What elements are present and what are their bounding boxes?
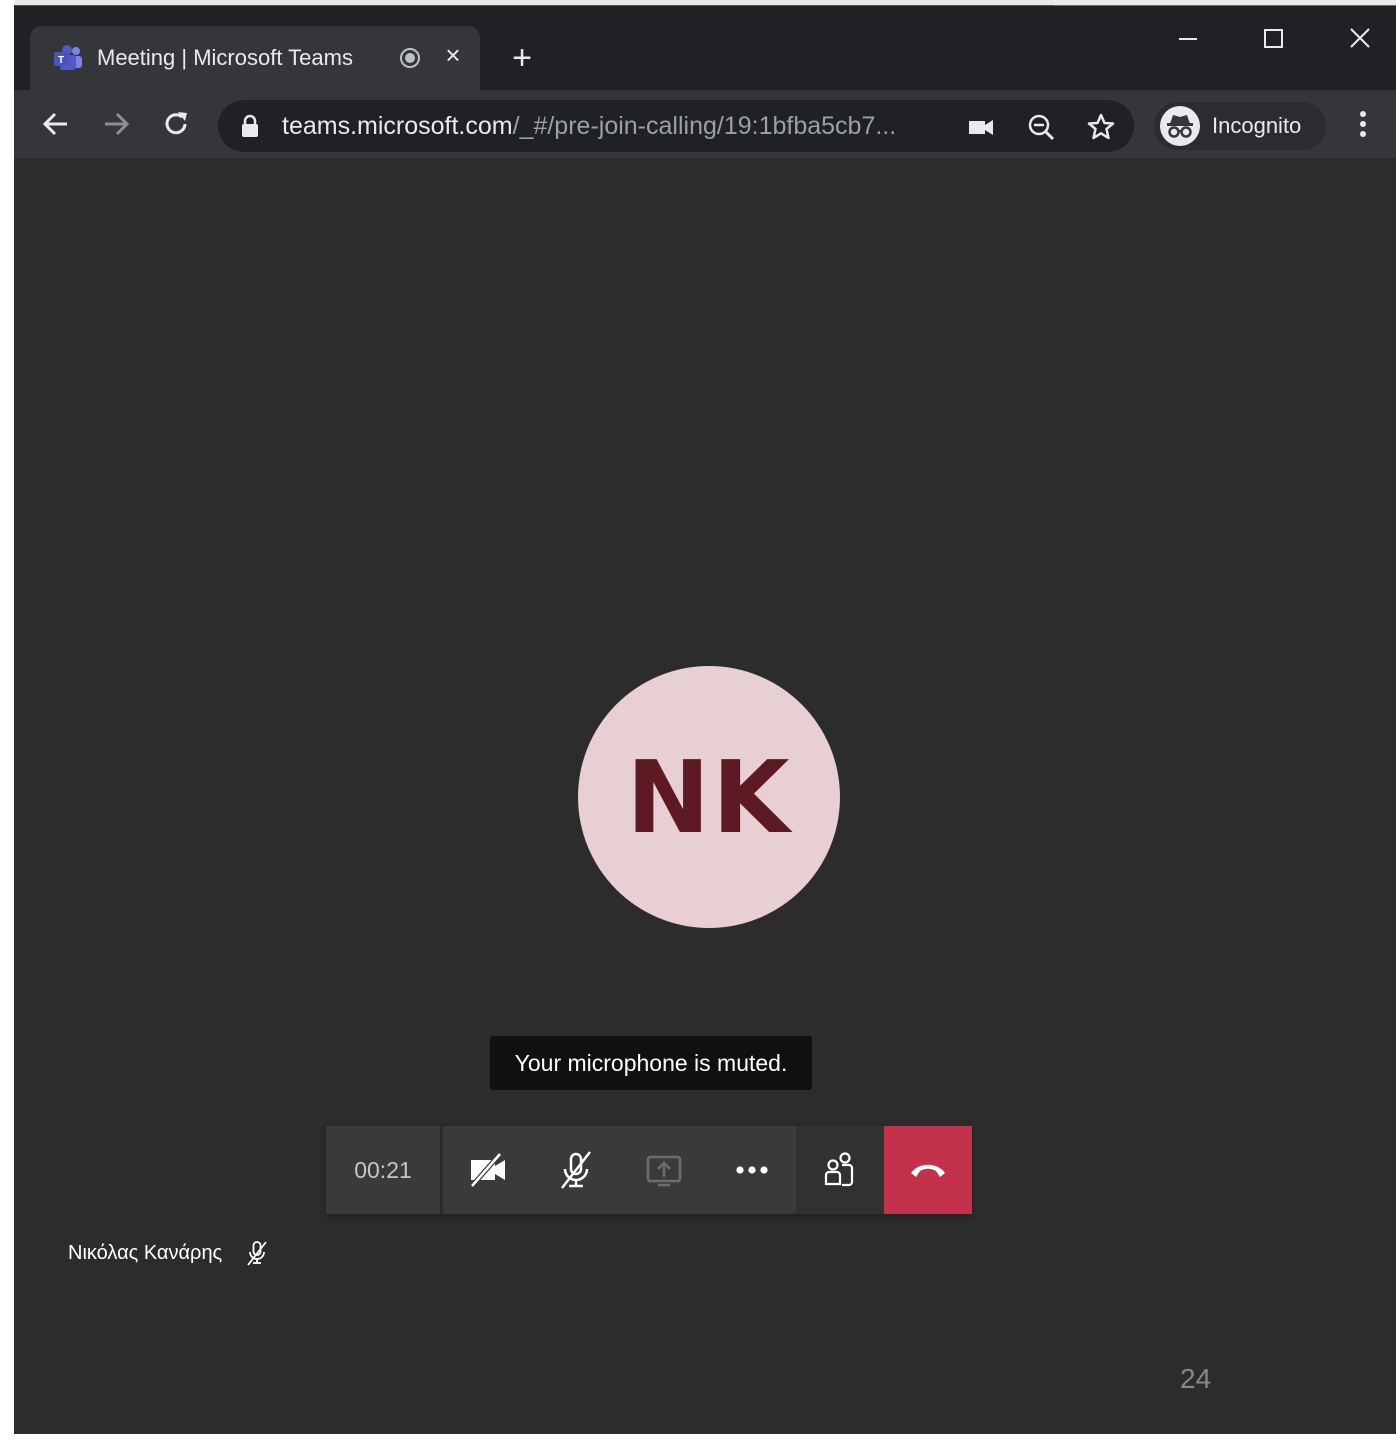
phone-hangup-icon — [911, 1164, 945, 1177]
browser-window: T Meeting | Microsoft Teams × + teams.mi… — [14, 6, 1396, 1434]
svg-text:T: T — [58, 55, 64, 66]
close-icon — [1350, 28, 1370, 48]
avatar-initials: NK — [626, 738, 792, 856]
call-timer: 00:21 — [354, 1157, 412, 1183]
url-text: teams.microsoft.com/_#/pre-join-calling/… — [282, 112, 896, 140]
url-path: /_#/pre-join-calling/19:1bfba5cb7... — [512, 112, 897, 140]
new-tab-button[interactable]: + — [504, 40, 540, 76]
maximize-icon — [1264, 29, 1283, 48]
participant-avatar: NK — [578, 666, 840, 928]
reload-button[interactable] — [154, 102, 198, 146]
close-window-button[interactable] — [1334, 20, 1386, 60]
more-actions-button[interactable] — [708, 1126, 796, 1214]
minimize-icon — [1179, 38, 1197, 40]
url-host: teams.microsoft.com — [282, 112, 513, 140]
minimize-button[interactable] — [1162, 20, 1214, 60]
page-margin — [0, 0, 14, 1440]
callbar-divider — [440, 1126, 443, 1214]
bookmark-star-icon[interactable] — [1086, 112, 1116, 142]
share-screen-icon — [646, 1155, 682, 1187]
people-icon — [824, 1152, 854, 1187]
address-bar[interactable]: teams.microsoft.com/_#/pre-join-calling/… — [218, 100, 1134, 152]
mic-muted-tooltip: Your microphone is muted. — [490, 1036, 812, 1090]
hang-up-button[interactable] — [884, 1126, 972, 1214]
lock-icon — [242, 114, 258, 137]
page-number: 24 — [1180, 1363, 1212, 1394]
arrow-left-icon — [42, 112, 67, 136]
call-controls-bar: 00:21 — [326, 1126, 972, 1214]
tab-meeting[interactable]: T Meeting | Microsoft Teams × — [30, 26, 480, 90]
recording-indicator-icon — [400, 48, 420, 68]
browser-menu-icon[interactable] — [1348, 104, 1378, 144]
forward-button[interactable] — [94, 102, 138, 146]
reload-icon — [165, 112, 187, 135]
self-participant-label: Νικόλας Κανάρης — [68, 1238, 267, 1268]
video-off-icon — [470, 1152, 505, 1188]
incognito-icon — [1160, 106, 1200, 146]
show-participants-button[interactable] — [796, 1126, 884, 1214]
arrow-right-icon — [105, 112, 130, 136]
back-button[interactable] — [34, 102, 78, 146]
meeting-stage: NK Your microphone is muted. 00:21 Νικόλ… — [14, 158, 1396, 1434]
incognito-profile-button[interactable]: Incognito — [1154, 102, 1326, 150]
maximize-button[interactable] — [1248, 20, 1300, 60]
tab-close-button[interactable]: × — [438, 40, 468, 70]
more-icon — [736, 1166, 768, 1174]
mic-toggle-button[interactable] — [532, 1126, 620, 1214]
teams-logo-icon: T — [54, 45, 82, 70]
browser-toolbar: teams.microsoft.com/_#/pre-join-calling/… — [14, 90, 1396, 158]
share-screen-button[interactable] — [620, 1126, 708, 1214]
tab-strip: T Meeting | Microsoft Teams × + — [14, 6, 1396, 90]
incognito-label: Incognito — [1212, 113, 1302, 138]
camera-toggle-button[interactable] — [444, 1126, 532, 1214]
zoom-out-icon[interactable] — [1026, 112, 1056, 142]
camera-in-use-icon[interactable] — [966, 112, 996, 142]
tab-title: Meeting | Microsoft Teams — [97, 45, 353, 70]
mic-off-icon — [247, 1241, 267, 1266]
self-participant-name: Νικόλας Κανάρης — [68, 1242, 223, 1264]
mic-off-icon — [561, 1151, 591, 1189]
